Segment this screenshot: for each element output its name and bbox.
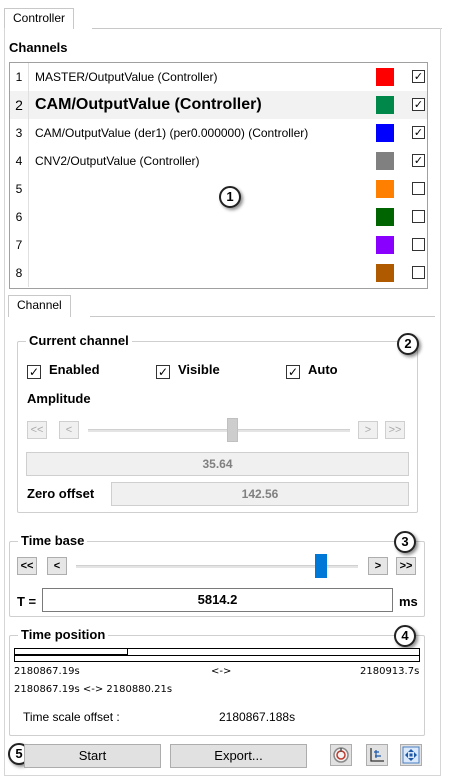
- channel-number: 7: [10, 231, 29, 259]
- channel-label: CNV2/OutputValue (Controller): [35, 154, 200, 168]
- auto-checkbox[interactable]: ✓ Auto: [286, 362, 338, 379]
- channel-color-swatch[interactable]: [376, 236, 394, 254]
- channel-number: 5: [10, 175, 29, 203]
- channel-number: 2: [10, 91, 29, 119]
- export-button[interactable]: Export...: [170, 744, 307, 768]
- ms-unit-label: ms: [399, 594, 418, 609]
- channel-label: MASTER/OutputValue (Controller): [35, 70, 218, 84]
- tab-controller[interactable]: Controller: [4, 8, 75, 29]
- zero-offset-label: Zero offset: [27, 486, 95, 501]
- channel-color-swatch[interactable]: [376, 180, 394, 198]
- channel-label: CAM/OutputValue (Controller): [35, 96, 262, 113]
- checkbox-box: ✓: [286, 365, 300, 379]
- visible-checkbox[interactable]: ✓ Visible: [156, 362, 220, 379]
- channel-number: 3: [10, 119, 29, 147]
- amplitude-slider-thumb[interactable]: [226, 418, 238, 442]
- channel-visible-checkbox[interactable]: [412, 126, 425, 139]
- channel-row[interactable]: 3 CAM/OutputValue (der1) (per0.000000) (C…: [10, 119, 427, 147]
- channel-row[interactable]: 7: [10, 231, 427, 259]
- tab-strip-line-2: [90, 316, 435, 317]
- channel-number: 8: [10, 259, 29, 287]
- time-position-axis: [15, 655, 419, 656]
- move-icon: [402, 746, 420, 764]
- channel-visible-checkbox[interactable]: [412, 154, 425, 167]
- timebase-prev-button[interactable]: <: [47, 557, 67, 575]
- checkbox-box: ✓: [27, 365, 41, 379]
- amplitude-prev-button[interactable]: <: [59, 421, 79, 439]
- channel-number: 1: [10, 63, 29, 91]
- zero-offset-field[interactable]: 142.56: [111, 482, 409, 506]
- channel-visible-checkbox[interactable]: [412, 70, 425, 83]
- channel-color-swatch[interactable]: [376, 152, 394, 170]
- t-label: T =: [17, 594, 37, 609]
- move-button[interactable]: [400, 744, 422, 766]
- axis-scale-icon: [370, 748, 384, 762]
- channel-row[interactable]: 8: [10, 259, 427, 287]
- tab-channel[interactable]: Channel: [8, 295, 71, 317]
- timebase-slider-thumb[interactable]: [315, 554, 328, 578]
- time-mid-label: <->: [211, 666, 232, 677]
- enabled-checkbox[interactable]: ✓ Enabled: [27, 362, 100, 379]
- callout-badge-1: 1: [219, 186, 241, 208]
- time-position-title: Time position: [18, 627, 109, 642]
- timebase-last-button[interactable]: >>: [396, 557, 416, 575]
- time-base-input[interactable]: 5814.2: [42, 588, 393, 612]
- callout-badge-3: 3: [394, 531, 416, 553]
- channel-color-swatch[interactable]: [376, 208, 394, 226]
- reset-button[interactable]: [330, 744, 352, 766]
- channel-visible-checkbox[interactable]: [412, 182, 425, 195]
- channel-number: 4: [10, 147, 29, 175]
- current-channel-title: Current channel: [26, 333, 132, 348]
- channel-table: 1 MASTER/OutputValue (Controller) 2 CAM/Out…: [9, 62, 428, 289]
- channel-visible-checkbox[interactable]: [412, 98, 425, 111]
- amplitude-value-field[interactable]: 35.64: [26, 452, 409, 476]
- timebase-next-button[interactable]: >: [368, 557, 388, 575]
- channel-row[interactable]: 2 CAM/OutputValue (Controller): [10, 91, 427, 119]
- channel-row[interactable]: 4 CNV2/OutputValue (Controller): [10, 147, 427, 175]
- amplitude-last-button[interactable]: >>: [385, 421, 405, 439]
- amplitude-first-button[interactable]: <<: [27, 421, 47, 439]
- time-position-scrollbar[interactable]: [14, 648, 420, 662]
- amplitude-slider-track[interactable]: [88, 429, 350, 432]
- time-scale-offset-value: 2180867.188s: [219, 710, 296, 724]
- callout-badge-4: 4: [394, 625, 416, 647]
- channel-number: 6: [10, 203, 29, 231]
- channel-color-swatch[interactable]: [376, 124, 394, 142]
- amplitude-label: Amplitude: [27, 391, 91, 406]
- time-scale-offset-label: Time scale offset :: [23, 710, 120, 724]
- callout-badge-2: 2: [397, 333, 419, 355]
- reset-icon: [333, 747, 349, 763]
- channel-visible-checkbox[interactable]: [412, 210, 425, 223]
- time-base-title: Time base: [18, 533, 88, 548]
- channel-visible-checkbox[interactable]: [412, 238, 425, 251]
- axis-scale-button[interactable]: [366, 744, 388, 766]
- channels-title: Channels: [9, 40, 68, 55]
- channel-label: CAM/OutputValue (der1) (per0.000000) (Co…: [35, 126, 309, 140]
- time-start-label: 2180867.19s: [14, 666, 80, 677]
- timebase-first-button[interactable]: <<: [17, 557, 37, 575]
- channel-color-swatch[interactable]: [376, 264, 394, 282]
- channel-row[interactable]: 6: [10, 203, 427, 231]
- channel-color-swatch[interactable]: [376, 96, 394, 114]
- channel-row[interactable]: 1 MASTER/OutputValue (Controller): [10, 63, 427, 91]
- time-range-label: 2180867.19s <-> 2180880.21s: [14, 684, 173, 695]
- amplitude-next-button[interactable]: >: [358, 421, 378, 439]
- channel-visible-checkbox[interactable]: [412, 266, 425, 279]
- time-end-label: 2180913.7s: [360, 666, 420, 677]
- channel-color-swatch[interactable]: [376, 68, 394, 86]
- start-button[interactable]: Start: [24, 744, 161, 768]
- checkbox-box: ✓: [156, 365, 170, 379]
